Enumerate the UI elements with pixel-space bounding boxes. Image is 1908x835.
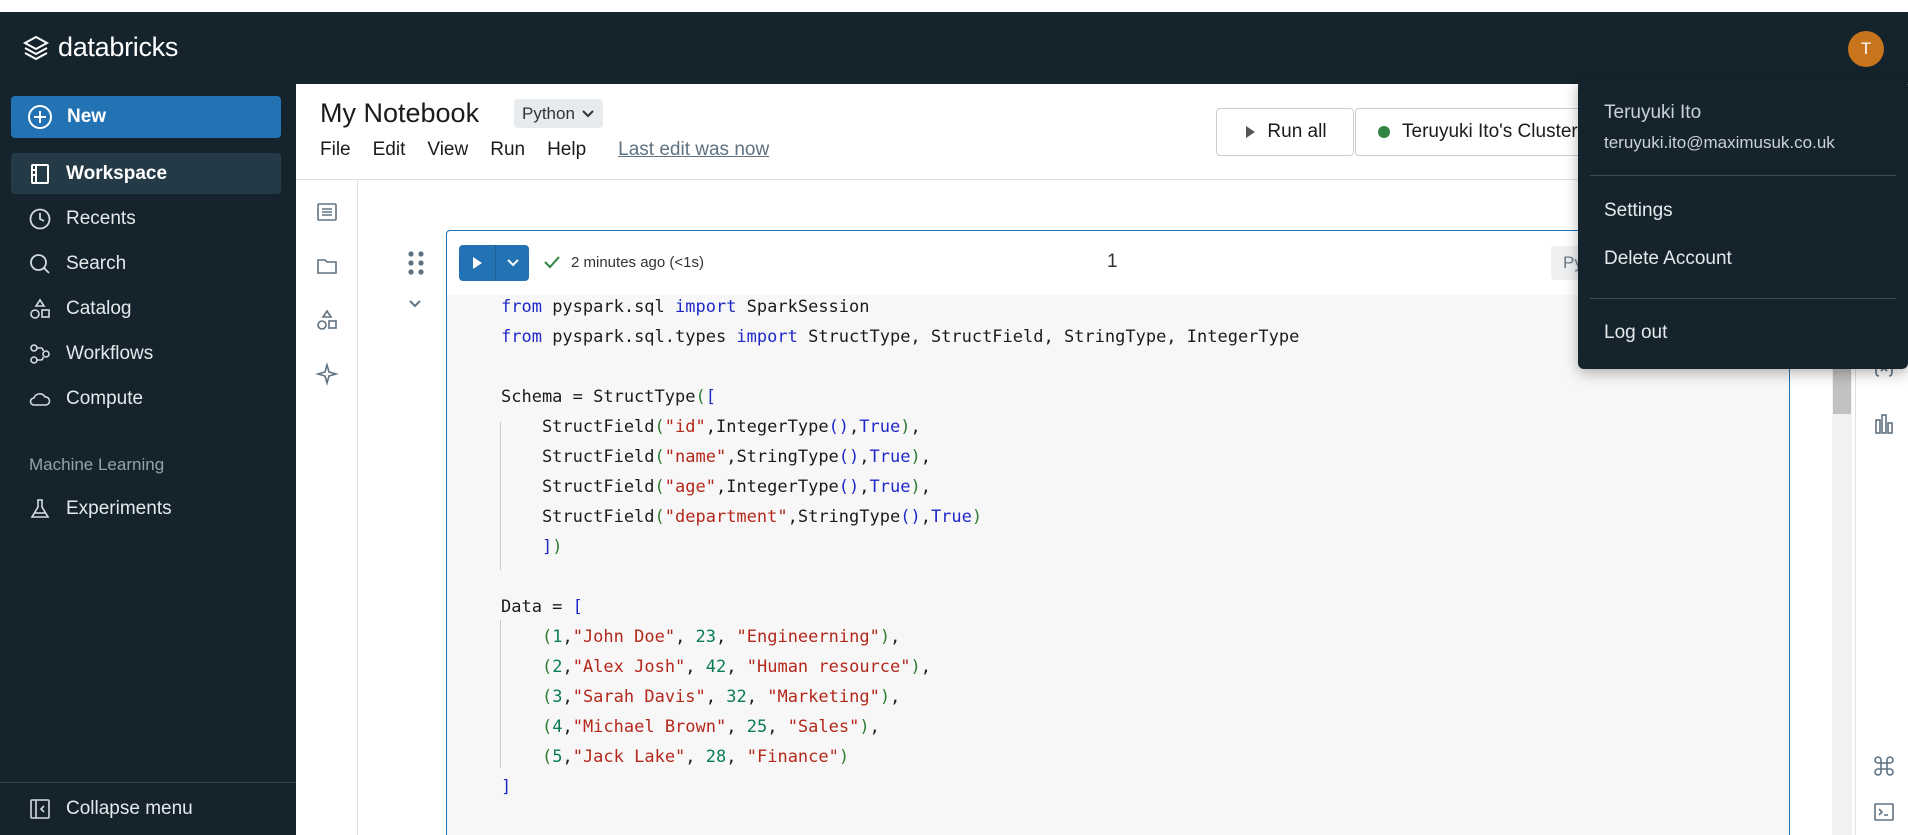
cell-status: 2 minutes ago (<1s): [543, 253, 704, 271]
sidebar-item-search[interactable]: Search: [11, 243, 281, 284]
new-button[interactable]: New: [11, 96, 281, 138]
cell-run-time: 2 minutes ago (<1s): [571, 253, 704, 271]
code-line: Schema = StructType([: [501, 387, 716, 407]
code-line: Data = [: [501, 597, 583, 617]
cloud-icon: [29, 392, 51, 406]
sidebar-item-label: Workspace: [66, 162, 168, 184]
cell-drag-handle-icon[interactable]: [405, 250, 427, 281]
cell-number: 1: [1107, 251, 1118, 272]
logout-menu-item[interactable]: Log out: [1590, 312, 1896, 354]
chevron-down-icon: [582, 109, 594, 117]
code-line: ]): [541, 537, 563, 557]
sidebar-item-label: Experiments: [66, 497, 172, 519]
sidebar-item-experiments[interactable]: Experiments: [11, 488, 281, 529]
run-all-label: Run all: [1267, 121, 1327, 142]
code-line: from pyspark.sql.types import StructType…: [501, 327, 1300, 347]
settings-menu-item[interactable]: Settings: [1590, 190, 1896, 232]
sidebar-item-label: Catalog: [66, 297, 132, 319]
sidebar-nav: Workspace Recents Search Catalog Workflo…: [11, 153, 281, 423]
assistant-sparkle-icon[interactable]: [313, 360, 341, 388]
code-line: (3,"Sarah Davis", 32, "Marketing"),: [541, 687, 901, 707]
cell-collapse-chevron-icon[interactable]: [405, 296, 425, 317]
search-icon: [30, 253, 50, 274]
bar-chart-icon[interactable]: [1872, 412, 1896, 436]
menu-run[interactable]: Run: [490, 139, 525, 161]
code-line: (1,"John Doe", 23, "Engineerning"),: [541, 627, 901, 647]
notebook-menu-bar: File Edit View Run Help Last edit was no…: [320, 139, 769, 161]
command-icon[interactable]: [1872, 754, 1896, 778]
flask-icon: [30, 498, 50, 518]
sidebar-nav-ml: Experiments: [11, 488, 281, 533]
user-name: Teruyuki Ito: [1604, 102, 1702, 123]
run-options-dropdown[interactable]: [495, 245, 529, 281]
run-all-button[interactable]: Run all: [1216, 108, 1354, 156]
sidebar-item-label: Search: [66, 252, 127, 274]
plus-circle-icon: [28, 105, 52, 129]
collapse-menu-icon: [30, 799, 50, 819]
code-line: StructField("department",StringType(),Tr…: [501, 507, 983, 527]
run-cell-split-button: [459, 245, 529, 281]
play-icon: [473, 257, 482, 269]
top-bar: databricks T: [0, 12, 1908, 84]
notebook-language-dropdown[interactable]: Python: [514, 99, 603, 128]
code-line: from pyspark.sql import SparkSession: [501, 297, 870, 317]
sidebar-item-label: Recents: [66, 207, 136, 229]
clock-icon: [29, 208, 51, 229]
code-editor[interactable]: from pyspark.sql import SparkSession fro…: [447, 295, 1789, 835]
code-line: (5,"Jack Lake", 28, "Finance"): [541, 747, 850, 767]
menu-divider: [1590, 175, 1896, 176]
menu-file[interactable]: File: [320, 139, 351, 161]
sidebar-item-label: Compute: [66, 387, 144, 409]
code-line: StructField("id",IntegerType(),True),: [501, 417, 921, 437]
code-line: StructField("age",IntegerType(),True),: [501, 477, 931, 497]
notebook-title[interactable]: My Notebook: [320, 98, 479, 129]
cluster-name: Teruyuki Ito's Cluster: [1402, 121, 1578, 142]
delete-account-menu-item[interactable]: Delete Account: [1590, 238, 1896, 280]
catalog-icon: [30, 298, 50, 319]
play-icon: [1246, 126, 1256, 138]
last-edit-link[interactable]: Last edit was now: [618, 139, 769, 161]
notebook-language-label: Python: [522, 103, 575, 123]
sidebar-item-compute[interactable]: Compute: [11, 378, 281, 419]
menu-edit[interactable]: Edit: [373, 139, 406, 161]
sidebar-item-catalog[interactable]: Catalog: [11, 288, 281, 329]
chevron-down-icon: [506, 259, 519, 267]
check-icon: [544, 256, 560, 269]
menu-view[interactable]: View: [427, 139, 468, 161]
code-line: StructField("name",StringType(),True),: [501, 447, 931, 467]
sidebar-item-workflows[interactable]: Workflows: [11, 333, 281, 374]
cluster-status-dot: [1378, 126, 1390, 138]
collapse-menu-label: Collapse menu: [66, 798, 193, 819]
catalog-shapes-icon[interactable]: [313, 306, 341, 334]
code-line: (2,"Alex Josh", 42, "Human resource"),: [541, 657, 932, 677]
menu-divider: [1590, 298, 1896, 299]
folder-icon[interactable]: [313, 252, 341, 280]
collapse-menu-button[interactable]: Collapse menu: [0, 782, 296, 835]
notebook-tool-rail: [296, 180, 358, 835]
workflows-icon: [30, 343, 50, 364]
table-of-contents-icon[interactable]: [313, 198, 341, 226]
user-email: teruyuki.ito@maximusuk.co.uk: [1604, 133, 1835, 152]
window-top-strip: [0, 0, 1908, 12]
user-dropdown-menu: Teruyuki Ito teruyuki.ito@maximusuk.co.u…: [1578, 80, 1908, 369]
new-button-label: New: [67, 106, 107, 127]
run-cell-button[interactable]: [459, 245, 495, 281]
terminal-icon[interactable]: [1872, 800, 1896, 824]
databricks-logo[interactable]: databricks: [22, 32, 178, 63]
sidebar-item-recents[interactable]: Recents: [11, 198, 281, 239]
scrollbar-track[interactable]: [1832, 346, 1852, 835]
sidebar-item-label: Workflows: [66, 342, 154, 364]
brand-name: databricks: [58, 32, 179, 62]
user-avatar[interactable]: T: [1848, 31, 1884, 67]
code-line: (4,"Michael Brown", 25, "Sales"),: [541, 717, 880, 737]
menu-help[interactable]: Help: [547, 139, 586, 161]
workspace-icon: [31, 163, 49, 184]
sidebar-item-workspace[interactable]: Workspace: [11, 153, 281, 194]
section-label-machine-learning: Machine Learning: [29, 455, 165, 474]
databricks-logo-icon: [22, 35, 50, 60]
sidebar: New Workspace Recents Search Catalog Wor…: [0, 84, 296, 835]
code-line: ]: [501, 777, 512, 797]
